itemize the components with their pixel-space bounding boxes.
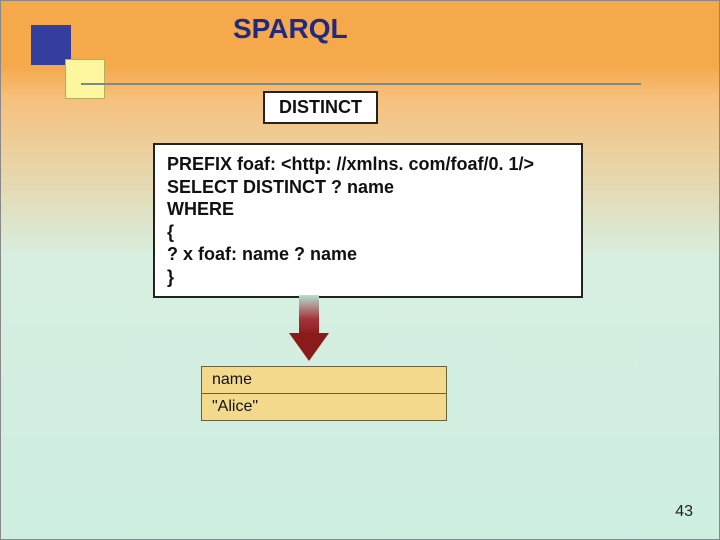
- result-table: name "Alice": [201, 366, 447, 421]
- query-line: PREFIX foaf: <http: //xmlns. com/foaf/0.…: [167, 153, 569, 176]
- keyword-box: DISTINCT: [263, 91, 378, 124]
- query-line: WHERE: [167, 198, 569, 221]
- query-line: SELECT DISTINCT ? name: [167, 176, 569, 199]
- query-line: ? x foaf: name ? name: [167, 243, 569, 266]
- slide-title: SPARQL: [233, 13, 348, 45]
- result-header: name: [202, 367, 447, 394]
- result-row: "Alice": [202, 394, 447, 421]
- bullet-icon: [31, 25, 105, 99]
- query-line: {: [167, 221, 569, 244]
- query-box: PREFIX foaf: <http: //xmlns. com/foaf/0.…: [153, 143, 583, 298]
- query-line: }: [167, 266, 569, 289]
- arrow-down-icon: [289, 295, 329, 367]
- page-number: 43: [675, 503, 693, 521]
- divider: [81, 83, 641, 85]
- slide: SPARQL DISTINCT PREFIX foaf: <http: //xm…: [0, 0, 720, 540]
